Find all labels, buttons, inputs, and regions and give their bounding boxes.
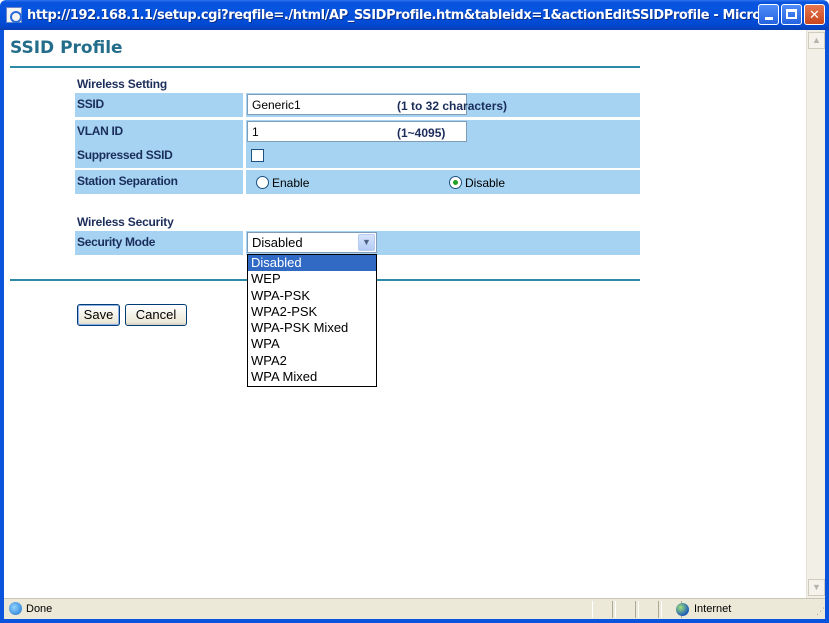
status-cell [638,601,659,618]
close-icon: ✕ [809,7,820,22]
resize-grip-icon[interactable]: ⋰ [816,606,825,616]
window-frame-left [0,30,4,623]
station-separation-enable-radio[interactable] [256,176,269,189]
internet-zone-icon [676,603,689,616]
dropdown-option-wpa2[interactable]: WPA2 [248,353,376,369]
dropdown-option-disabled[interactable]: Disabled [248,255,376,272]
window-frame-right [825,30,829,623]
row-separator [243,93,246,117]
dropdown-option-wpa[interactable]: WPA [248,336,376,352]
station-separation-enable-label[interactable]: Enable [272,176,309,190]
security-mode-dropdown-list[interactable]: Disabled WEP WPA-PSK WPA2-PSK WPA-PSK Mi… [247,254,377,387]
ie-done-icon [9,602,22,615]
suppressed-ssid-label: Suppressed SSID [77,148,173,162]
dropdown-option-wpa-mixed[interactable]: WPA Mixed [248,369,376,385]
status-bar: Done Internet ⋰ [4,598,825,619]
save-button[interactable]: Save [77,304,120,326]
status-cell [615,601,636,618]
dropdown-option-wpa2-psk[interactable]: WPA2-PSK [248,304,376,320]
row-separator [243,120,246,144]
window-frame-bottom [0,619,829,623]
section-label-wireless-security: Wireless Security [77,215,174,229]
ssid-label: SSID [77,97,104,111]
suppressed-ssid-row: Suppressed SSID [75,144,640,168]
station-separation-disable-radio[interactable] [449,176,462,189]
suppressed-ssid-checkbox[interactable] [251,149,264,162]
status-text: Done [26,603,53,615]
vlan-id-hint: (1~4095) [397,126,446,140]
window-title: http://192.168.1.1/setup.cgi?reqfile=./h… [27,7,759,23]
row-separator [243,231,246,255]
station-separation-row: Station Separation Enable Disable [75,170,640,194]
window-title-bar[interactable]: http://192.168.1.1/setup.cgi?reqfile=./h… [0,0,829,30]
vertical-scrollbar[interactable]: ▲ ▼ [806,30,825,598]
dropdown-option-wep[interactable]: WEP [248,271,376,287]
divider-top [10,66,640,68]
ssid-row: SSID (1 to 32 characters) [75,93,640,117]
cancel-button[interactable]: Cancel [125,304,187,326]
dropdown-option-wpa-psk-mixed[interactable]: WPA-PSK Mixed [248,320,376,336]
station-separation-label: Station Separation [77,174,178,188]
security-mode-value: Disabled [252,235,303,250]
minimize-button[interactable] [758,4,779,25]
minimize-icon [764,17,773,20]
scroll-down-arrow-icon[interactable]: ▼ [808,579,825,596]
security-zone-text: Internet [694,603,732,615]
dropdown-option-wpa-psk[interactable]: WPA-PSK [248,288,376,304]
scroll-up-arrow-icon[interactable]: ▲ [808,32,825,49]
page-title: SSID Profile [10,38,123,58]
section-label-wireless-setting: Wireless Setting [77,77,168,91]
ie-page-icon [6,7,22,23]
ssid-hint: (1 to 32 characters) [397,99,508,113]
status-cell [592,601,613,618]
row-separator [243,170,246,194]
maximize-icon [786,9,797,19]
security-mode-select[interactable]: Disabled ▼ [247,232,377,253]
vlan-id-label: VLAN ID [77,124,123,138]
security-mode-label: Security Mode [77,235,156,249]
chevron-down-icon[interactable]: ▼ [358,234,375,251]
maximize-button[interactable] [781,4,802,25]
close-button[interactable]: ✕ [804,4,825,25]
row-separator [243,144,246,168]
vlan-id-row: VLAN ID (1~4095) [75,120,640,144]
station-separation-disable-label[interactable]: Disable [465,176,505,190]
